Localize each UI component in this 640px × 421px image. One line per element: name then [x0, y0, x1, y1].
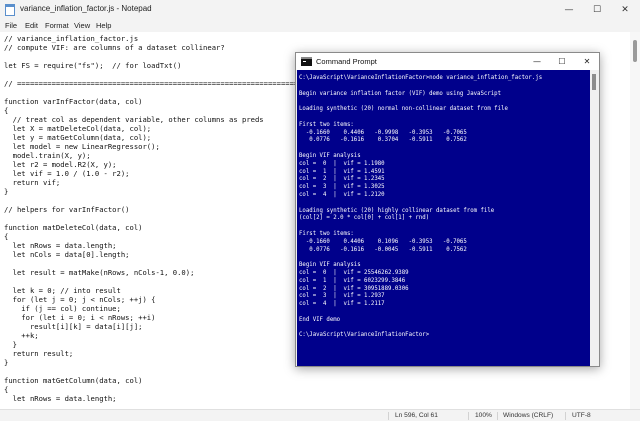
code-line: // treat col as dependent variable, othe…: [4, 115, 264, 124]
cmd-title-bar[interactable]: Command Prompt — ☐ ✕: [296, 53, 599, 70]
notepad-close-button[interactable]: ✕: [611, 0, 639, 20]
code-line: function varInfFactor(data, col): [4, 97, 143, 106]
notepad-menu-bar: File Edit Format View Help: [0, 20, 640, 32]
code-line: let nCols = data[0].length;: [4, 250, 130, 259]
cmd-console-output[interactable]: C:\JavaScript\VarianceInflationFactor>no…: [297, 70, 590, 366]
notepad-window-title: variance_inflation_factor.js - Notepad: [20, 4, 152, 13]
code-line: model.train(X, y);: [4, 151, 91, 160]
command-prompt-window: Command Prompt — ☐ ✕ C:\JavaScript\Varia…: [295, 52, 600, 367]
menu-file[interactable]: File: [5, 20, 17, 32]
cmd-minimize-button[interactable]: —: [525, 53, 549, 70]
code-line: function matGetColumn(data, col): [4, 376, 143, 385]
console-line: col = 1 | vif = 1.4591: [299, 168, 385, 175]
code-line: {: [4, 106, 9, 115]
console-line: 0.0776 -0.1616 0.3704 -0.5911 0.7562: [299, 137, 467, 144]
menu-help[interactable]: Help: [96, 20, 111, 32]
console-line: C:\JavaScript\VarianceInflationFactor>no…: [299, 75, 543, 81]
code-line: }: [4, 187, 9, 196]
console-line: Begin VIF analysis: [299, 153, 361, 159]
code-line: let model = new LinearRegressor();: [4, 142, 160, 151]
code-line: let r2 = model.R2(X, y);: [4, 160, 117, 169]
code-line: if (j == col) continue;: [4, 304, 121, 313]
console-line: col = 1 | vif = 6023299.3846: [299, 277, 406, 284]
console-line: First two items:: [299, 121, 354, 128]
code-line: // =====================================…: [4, 79, 299, 88]
console-line: 0.0776 -0.1616 -0.0045 -0.5911 0.7562: [299, 246, 467, 253]
console-line: Loading synthetic (20) normal non-collin…: [299, 106, 508, 113]
console-line: col = 4 | vif = 1.2117: [299, 301, 385, 308]
code-line: // compute VIF: are columns of a dataset…: [4, 43, 225, 52]
console-line: C:\JavaScript\VarianceInflationFactor>: [299, 332, 430, 339]
console-line: First two items:: [299, 231, 354, 237]
console-line: col = 2 | vif = 1.2345: [299, 176, 385, 183]
code-line: result[i][k] = data[i][j];: [4, 322, 143, 331]
code-line: let vif = 1.0 / (1.0 - r2);: [4, 169, 130, 178]
cmd-vertical-scrollbar[interactable]: [590, 70, 599, 366]
status-cursor-position: Ln 596, Col 61: [395, 412, 438, 419]
code-line: return vif;: [4, 178, 61, 187]
status-divider: [565, 412, 566, 420]
notepad-title-bar[interactable]: variance_inflation_factor.js - Notepad —…: [0, 0, 640, 20]
console-line: col = 3 | vif = 1.3025: [299, 184, 385, 191]
console-line: Begin VIF analysis: [299, 262, 361, 269]
code-line: }: [4, 358, 9, 367]
status-zoom: 100%: [475, 412, 492, 419]
code-line: let result = matMake(nRows, nCols-1, 0.0…: [4, 268, 195, 277]
code-line: for (let j = 0; j < nCols; ++j) {: [4, 295, 156, 304]
cmd-scroll-thumb[interactable]: [592, 74, 596, 90]
cmd-app-icon: [301, 57, 312, 66]
code-line: {: [4, 385, 9, 394]
cmd-maximize-button[interactable]: ☐: [550, 53, 574, 70]
code-line: return result;: [4, 349, 74, 358]
notepad-minimize-button[interactable]: —: [555, 0, 583, 20]
console-line: Loading synthetic (20) highly collinear …: [299, 207, 495, 214]
code-line: let X = matDeleteCol(data, col);: [4, 124, 152, 133]
code-line: let k = 0; // into result: [4, 286, 121, 295]
notepad-status-bar: Ln 596, Col 61 100% Windows (CRLF) UTF-8: [0, 409, 640, 421]
code-line: ++k;: [4, 331, 39, 340]
console-line: -0.1660 0.4406 -0.9998 -0.3953 -0.7065: [299, 129, 467, 136]
menu-view[interactable]: View: [74, 20, 90, 32]
code-line: let FS = require("fs"); // for loadTxt(): [4, 61, 182, 70]
console-line: Begin variance inflation factor (VIF) de…: [299, 90, 502, 97]
cmd-window-title: Command Prompt: [316, 57, 377, 66]
console-line: col = 3 | vif = 1.2937: [299, 293, 385, 300]
console-line: End VIF demo: [299, 316, 341, 323]
code-line: for (let i = 0; i < nRows; ++i): [4, 313, 156, 322]
code-line: // helpers for varInfFactor(): [4, 205, 130, 214]
status-divider: [497, 412, 498, 420]
code-line: }: [4, 340, 17, 349]
menu-format[interactable]: Format: [45, 20, 69, 32]
notepad-app-icon: [5, 4, 15, 16]
notepad-vertical-scrollbar[interactable]: [630, 32, 640, 409]
console-line: col = 0 | vif = 25546262.9389: [299, 270, 409, 276]
cmd-close-button[interactable]: ✕: [575, 53, 599, 70]
status-divider: [388, 412, 389, 420]
console-line: -0.1660 0.4406 0.1096 -0.3953 -0.7065: [299, 238, 467, 245]
code-line: let nRows = data.length;: [4, 241, 117, 250]
status-divider: [468, 412, 469, 420]
code-line: {: [4, 232, 9, 241]
console-line: (col[2] = 2.0 * col[0] + col[1] + rnd): [299, 215, 430, 222]
code-line: function matDeleteCol(data, col): [4, 223, 143, 232]
notepad-scroll-thumb[interactable]: [633, 40, 637, 62]
status-line-ending: Windows (CRLF): [503, 412, 554, 419]
console-line: col = 4 | vif = 1.2120: [299, 192, 385, 198]
menu-edit[interactable]: Edit: [25, 20, 38, 32]
code-line: let nRows = data.length;: [4, 394, 117, 403]
console-line: col = 0 | vif = 1.1980: [299, 160, 385, 167]
status-encoding: UTF-8: [572, 412, 591, 419]
console-line: col = 2 | vif = 30951889.0306: [299, 285, 409, 292]
notepad-maximize-button[interactable]: ☐: [583, 0, 611, 20]
code-line: // variance_inflation_factor.js: [4, 34, 139, 43]
code-line: let y = matGetColumn(data, col);: [4, 133, 152, 142]
